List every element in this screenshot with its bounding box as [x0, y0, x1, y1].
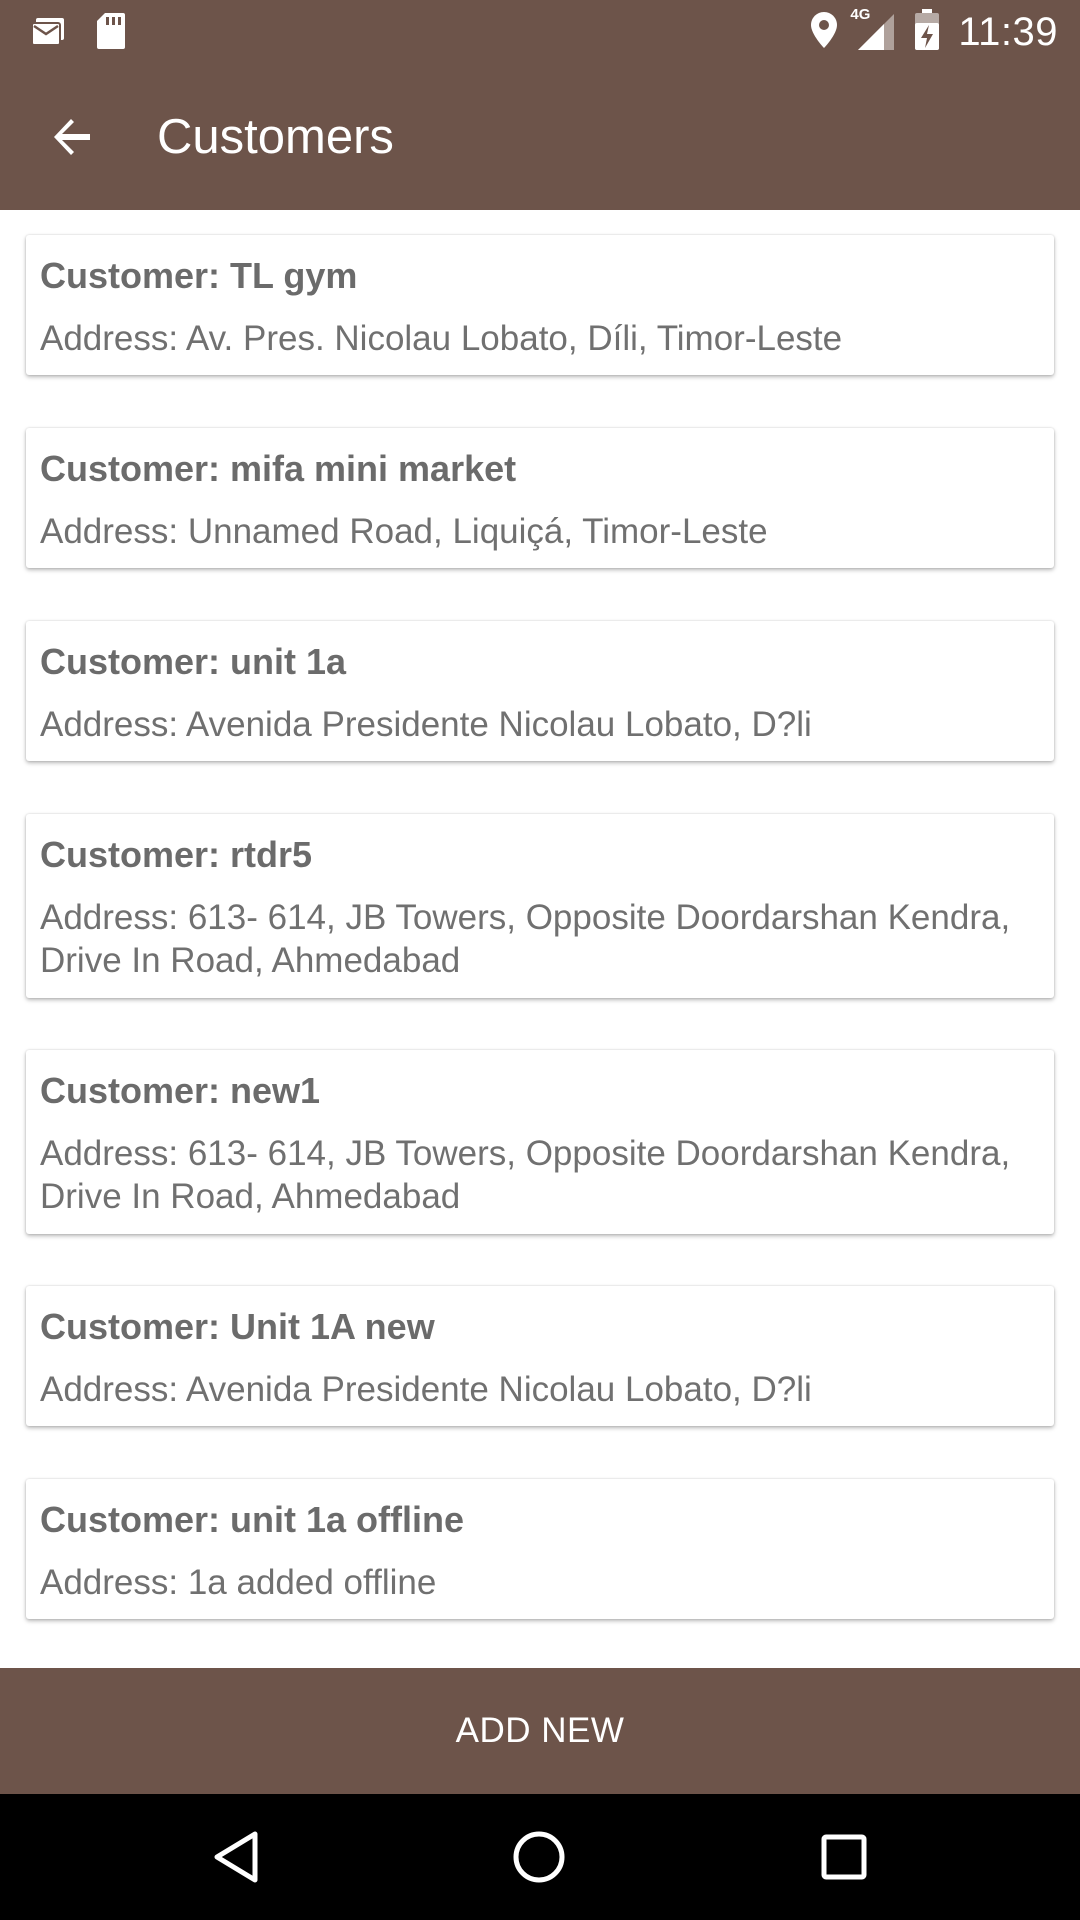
customer-name: Customer: rtdr5: [40, 834, 313, 875]
customer-address: Address: Avenida Presidente Nicolau Loba…: [40, 1370, 812, 1409]
status-notifications: [30, 12, 126, 55]
sd-card-icon: [96, 12, 126, 55]
page-title: Customers: [157, 110, 394, 164]
customer-name: Customer: TL gym: [40, 255, 358, 296]
arrow-back-icon: [54, 119, 90, 155]
customer-card[interactable]: Customer: TL gym Address: Av. Pres. Nico…: [26, 235, 1054, 375]
system-nav-bar: [0, 1794, 1080, 1920]
customer-name: Customer: new1: [40, 1070, 321, 1111]
back-triangle-icon: [214, 1831, 258, 1883]
customer-address: Address: Unnamed Road, Liquiçá, Timor-Le…: [40, 512, 768, 551]
customer-address: Address: Av. Pres. Nicolau Lobato, Díli,…: [40, 319, 843, 358]
customer-address: Address: 613- 614, JB Towers, Opposite D…: [40, 1134, 1011, 1216]
customer-name: Customer: unit 1a: [40, 641, 347, 682]
customer-name: Customer: Unit 1A new: [40, 1306, 435, 1347]
customer-card[interactable]: Customer: unit 1a Address: Avenida Presi…: [26, 621, 1054, 761]
nav-recents-button[interactable]: [814, 1827, 874, 1887]
mail-icon: [30, 16, 66, 51]
nav-back-button[interactable]: [206, 1827, 266, 1887]
back-button[interactable]: [40, 105, 104, 169]
customer-address: Address: 1a added offline: [40, 1563, 437, 1602]
status-time: 11:39: [958, 10, 1058, 54]
home-circle-icon: [513, 1831, 565, 1883]
customer-card[interactable]: Customer: mifa mini market Address: Unna…: [26, 428, 1054, 568]
customer-card[interactable]: Customer: Unit 1A new Address: Avenida P…: [26, 1286, 1054, 1426]
location-icon: [810, 11, 838, 54]
customer-address: Address: 613- 614, JB Towers, Opposite D…: [40, 898, 1011, 980]
customer-name: Customer: unit 1a offline: [40, 1499, 465, 1540]
battery-icon: [914, 8, 940, 56]
customer-list[interactable]: Customer: TL gym Address: Av. Pres. Nico…: [0, 210, 1080, 1668]
status-system: 4G 11:39: [810, 6, 1058, 56]
signal-icon: 4G: [850, 6, 896, 52]
customer-card[interactable]: Customer: new1 Address: 613- 614, JB Tow…: [26, 1050, 1054, 1234]
add-new-button[interactable]: ADD NEW: [0, 1668, 1080, 1794]
status-bar: 4G 11:39: [0, 0, 1080, 63]
customer-card[interactable]: Customer: rtdr5 Address: 613- 614, JB To…: [26, 814, 1054, 998]
customer-name: Customer: mifa mini market: [40, 448, 517, 489]
customer-card[interactable]: Customer: unit 1a offline Address: 1a ad…: [26, 1479, 1054, 1619]
recents-square-icon: [821, 1834, 867, 1880]
app-bar: Customers: [0, 63, 1080, 210]
customer-address: Address: Avenida Presidente Nicolau Loba…: [40, 705, 812, 744]
nav-home-button[interactable]: [509, 1827, 569, 1887]
network-type-label: 4G: [850, 6, 871, 23]
